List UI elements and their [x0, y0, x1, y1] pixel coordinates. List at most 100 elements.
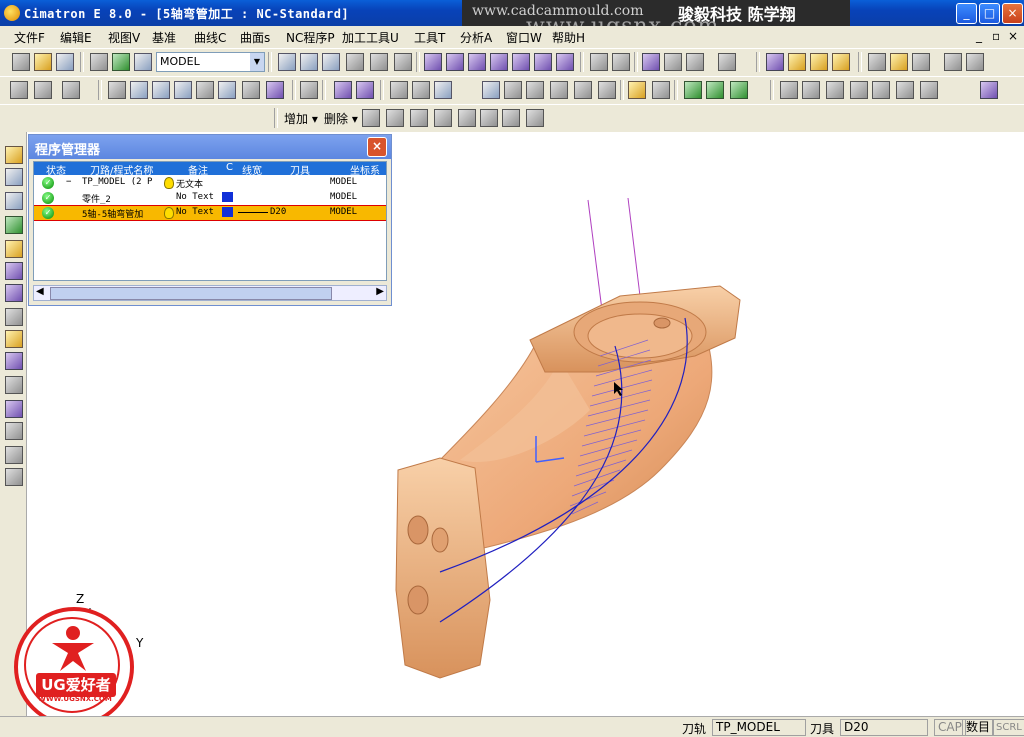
filter-list-icon[interactable] [266, 81, 284, 99]
nc-op3-icon[interactable] [410, 109, 428, 127]
nc-op7-icon[interactable] [502, 109, 520, 127]
menu-help[interactable]: 帮助H [552, 29, 585, 46]
table-row-selected[interactable]: ✓ 5轴-5轴弯管加 No Text D20 MODEL [34, 205, 386, 221]
light-on-icon[interactable] [890, 53, 908, 71]
pan-icon[interactable] [370, 53, 388, 71]
filter-point-icon[interactable] [196, 81, 214, 99]
sketch-icon[interactable] [628, 81, 646, 99]
doc-restore-button[interactable]: ▫ [992, 29, 1000, 43]
structure-icon[interactable] [598, 81, 616, 99]
bulb-icon[interactable] [164, 177, 174, 189]
toolpath-icon[interactable] [5, 352, 23, 370]
expander[interactable]: − [66, 177, 71, 187]
nc-op2-icon[interactable] [386, 109, 404, 127]
point-tool-icon[interactable] [802, 81, 820, 99]
scroll-left-icon[interactable]: ◀ [36, 286, 44, 297]
view-bottom-icon[interactable] [512, 53, 530, 71]
nc-op8-icon[interactable] [526, 109, 544, 127]
shaded-icon[interactable] [642, 53, 660, 71]
view-normal-icon[interactable] [590, 53, 608, 71]
arrow-right-icon[interactable] [966, 53, 984, 71]
line-tool-icon[interactable] [780, 81, 798, 99]
render-mode-icon[interactable] [718, 53, 736, 71]
trim-tool-icon[interactable] [896, 81, 914, 99]
nc-op1-icon[interactable] [362, 109, 380, 127]
pick-icon[interactable] [10, 81, 28, 99]
machine-icon[interactable] [5, 308, 23, 326]
distance-icon[interactable] [526, 81, 544, 99]
save-icon[interactable] [56, 53, 74, 71]
app-icon[interactable] [4, 5, 20, 21]
doc-close-button[interactable]: × [1008, 29, 1018, 43]
template-icon[interactable] [5, 376, 23, 394]
data-sheet-icon[interactable] [434, 81, 452, 99]
bulb-icon[interactable] [164, 207, 174, 219]
close-icon[interactable]: × [367, 137, 387, 157]
col-status[interactable]: 状态 [46, 162, 66, 177]
zoom-dynamic-icon[interactable] [322, 53, 340, 71]
menu-datum[interactable]: 基准 [152, 29, 176, 46]
tree-icon[interactable] [574, 81, 592, 99]
menu-file[interactable]: 文件F [14, 29, 45, 46]
color-manager-icon[interactable] [832, 53, 850, 71]
curve-check-icon[interactable] [684, 81, 702, 99]
light-off-icon[interactable] [868, 53, 886, 71]
select-mode-icon[interactable] [62, 81, 80, 99]
spline-tool-icon[interactable] [850, 81, 868, 99]
set-manager-icon[interactable] [810, 53, 828, 71]
stock-icon[interactable] [5, 216, 23, 234]
color-swatch[interactable] [222, 207, 233, 217]
col-note[interactable]: 备注 [188, 162, 208, 177]
menu-edit[interactable]: 编辑E [60, 29, 92, 46]
chevron-down-icon[interactable]: ▼ [250, 53, 264, 71]
color-swatch[interactable] [222, 192, 233, 202]
hidden-line-icon[interactable] [686, 53, 704, 71]
filter-edge-icon[interactable] [152, 81, 170, 99]
menu-view[interactable]: 视图V [108, 29, 140, 46]
box-icon[interactable] [550, 81, 568, 99]
zoom-icon[interactable] [346, 53, 364, 71]
report-icon[interactable] [5, 468, 23, 486]
surface-check-icon[interactable] [706, 81, 724, 99]
table-row[interactable]: ✓ − TP_MODEL (2 P 无文本 MODEL [34, 176, 386, 190]
rotate-icon[interactable] [394, 53, 412, 71]
blank-icon[interactable] [300, 81, 318, 99]
material-icon[interactable] [5, 240, 23, 258]
menu-surface[interactable]: 曲面s [240, 29, 270, 46]
zoom-all-icon[interactable] [278, 53, 296, 71]
doc-minimize-button[interactable]: _ [976, 29, 982, 43]
psi-icon[interactable] [980, 81, 998, 99]
maximize-button[interactable]: □ [979, 3, 1000, 24]
delete-menu-button[interactable]: 删除 ▾ [324, 110, 358, 127]
mass-props-icon[interactable] [504, 81, 522, 99]
col-c[interactable]: C [226, 162, 233, 173]
face-select-icon[interactable] [652, 81, 670, 99]
section-icon[interactable] [766, 53, 784, 71]
arrow-left-icon[interactable] [944, 53, 962, 71]
col-tool[interactable]: 刀具 [290, 162, 310, 177]
menu-nc-tools[interactable]: 加工工具U [342, 29, 399, 46]
light-setting-icon[interactable] [912, 53, 930, 71]
program-manager-header[interactable]: 程序管理器 × [29, 135, 391, 159]
add-menu-button[interactable]: 增加 ▾ [284, 110, 318, 127]
plane-tool-icon[interactable] [872, 81, 890, 99]
wireframe-icon[interactable] [664, 53, 682, 71]
erase-tool-icon[interactable] [920, 81, 938, 99]
ucs-select[interactable]: MODEL ▼ [156, 52, 265, 72]
view-back-icon[interactable] [468, 53, 486, 71]
verify-icon[interactable] [5, 284, 23, 302]
view-front-icon[interactable] [446, 53, 464, 71]
simulation-icon[interactable] [5, 262, 23, 280]
nc-op5-icon[interactable] [458, 109, 476, 127]
scroll-thumb[interactable] [50, 287, 332, 300]
layer-icon[interactable] [90, 53, 108, 71]
minimize-button[interactable]: _ [956, 3, 977, 24]
menu-nc-program[interactable]: NC程序P [286, 29, 335, 46]
cancel-pick-icon[interactable] [34, 81, 52, 99]
view-top-icon[interactable] [490, 53, 508, 71]
nc-op6-icon[interactable] [480, 109, 498, 127]
filter-solid-icon[interactable] [108, 81, 126, 99]
info-icon[interactable] [482, 81, 500, 99]
transform-icon[interactable] [5, 446, 23, 464]
view-left-icon[interactable] [534, 53, 552, 71]
